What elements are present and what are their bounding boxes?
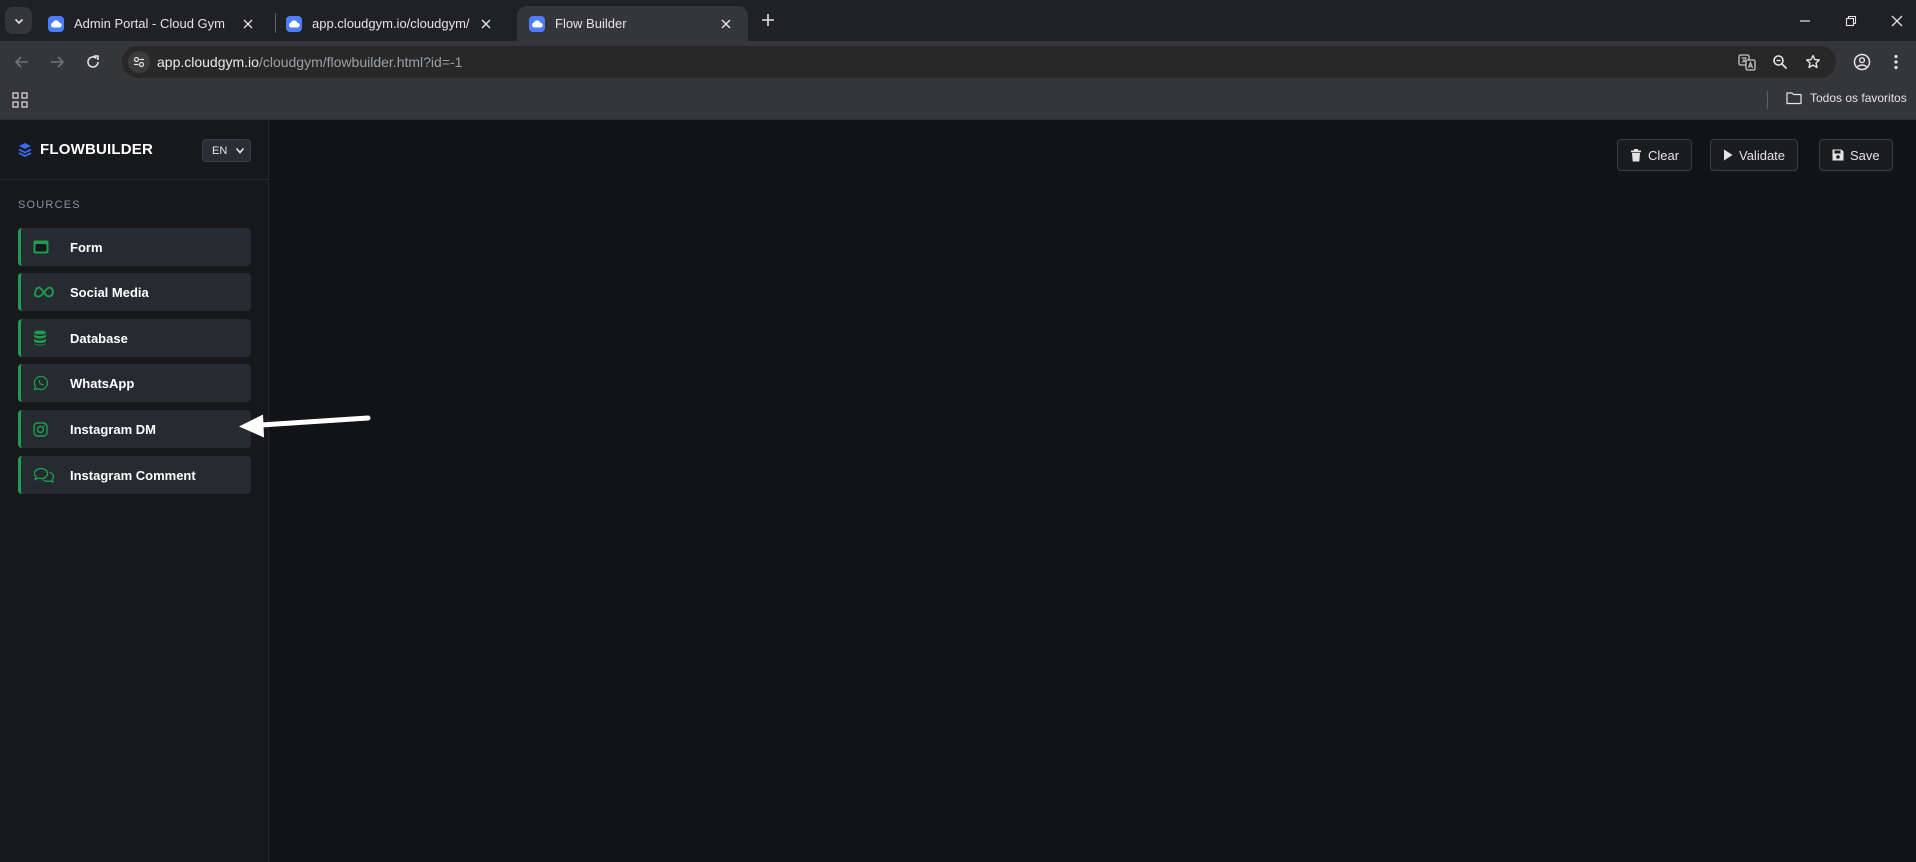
annotation-arrow xyxy=(239,414,371,438)
clear-label: Clear xyxy=(1648,147,1680,163)
browser-tab-strip: Admin Portal - Cloud Gym app.cloudgym.io… xyxy=(0,0,1916,41)
tab-admin-portal[interactable]: Admin Portal - Cloud Gym xyxy=(36,6,270,41)
language-select[interactable]: EN xyxy=(202,139,251,162)
tab-title: Flow Builder xyxy=(555,16,627,31)
chevron-down-icon xyxy=(14,18,23,24)
plus-icon xyxy=(762,14,774,26)
database-icon xyxy=(33,328,63,348)
bookmarks-bar: Todos os favoritos xyxy=(0,82,1916,120)
tune-icon xyxy=(133,56,145,68)
meta-icon xyxy=(33,282,63,302)
new-tab-button[interactable] xyxy=(756,8,780,32)
tab-title: app.cloudgym.io/cloudgym/rep xyxy=(312,16,470,31)
tab-search-button[interactable] xyxy=(5,7,32,34)
source-item-form[interactable]: Form xyxy=(18,228,251,266)
url-path: /cloudgym/flowbuilder.html?id=-1 xyxy=(258,54,463,70)
source-item-whatsapp[interactable]: WhatsApp xyxy=(18,364,251,402)
folder-icon xyxy=(1786,92,1802,105)
instagram-icon xyxy=(33,419,63,439)
star-icon xyxy=(1806,54,1820,69)
zoom-button[interactable] xyxy=(1770,52,1790,72)
url-host: app.cloudgym.io xyxy=(157,54,259,70)
tab-reports[interactable]: app.cloudgym.io/cloudgym/rep xyxy=(274,6,508,41)
close-window-button[interactable] xyxy=(1874,0,1916,41)
trash-icon xyxy=(1631,148,1641,161)
source-label: Instagram Comment xyxy=(70,467,196,483)
close-icon[interactable] xyxy=(478,16,494,32)
bookmarks-divider xyxy=(1767,91,1768,109)
browser-toolbar: app.cloudgym.io/cloudgym/flowbuilder.htm… xyxy=(0,41,1916,82)
flow-canvas[interactable]: Clear Validate Save xyxy=(269,120,1916,862)
sidebar: FLOWBUILDER EN SOURCES Form Social Media… xyxy=(0,120,269,862)
language-value: EN xyxy=(212,144,228,157)
minimize-icon xyxy=(1800,19,1810,22)
chevron-down-icon xyxy=(235,147,245,154)
sources-section-title: SOURCES xyxy=(18,199,81,211)
reload-button[interactable] xyxy=(78,47,108,77)
tab-title: Admin Portal - Cloud Gym xyxy=(74,16,225,31)
close-icon xyxy=(1891,15,1903,26)
source-label: Database xyxy=(70,330,128,346)
validate-label: Validate xyxy=(1739,147,1786,163)
play-icon xyxy=(1724,149,1733,161)
translate-button[interactable] xyxy=(1737,52,1757,72)
url-text[interactable]: app.cloudgym.io/cloudgym/flowbuilder.htm… xyxy=(157,54,462,70)
zoom-out-icon xyxy=(1773,55,1788,70)
source-label: Form xyxy=(70,239,103,255)
restore-icon xyxy=(1845,15,1857,26)
brand-name: FLOWBUILDER xyxy=(40,141,154,158)
cloud-icon xyxy=(48,15,64,32)
bookmark-star-button[interactable] xyxy=(1803,52,1823,72)
brand: FLOWBUILDER xyxy=(18,141,153,158)
all-bookmarks-folder[interactable]: Todos os favoritos xyxy=(1786,91,1907,105)
tab-flow-builder[interactable]: Flow Builder xyxy=(517,6,748,41)
source-item-instagram-dm[interactable]: Instagram DM xyxy=(18,410,251,448)
apps-grid-icon[interactable] xyxy=(12,92,28,113)
cloud-icon xyxy=(529,15,545,32)
form-icon xyxy=(33,237,63,257)
source-item-instagram-comment[interactable]: Instagram Comment xyxy=(18,456,251,494)
source-label: Instagram DM xyxy=(70,421,156,437)
source-item-social-media[interactable]: Social Media xyxy=(18,273,251,311)
validate-button[interactable]: Validate xyxy=(1710,139,1799,171)
translate-icon xyxy=(1738,54,1756,71)
forward-button[interactable] xyxy=(42,47,72,77)
source-label: Social Media xyxy=(70,284,149,300)
back-button[interactable] xyxy=(7,47,37,77)
cloud-icon xyxy=(286,15,302,32)
layers-icon xyxy=(18,142,32,157)
kebab-menu-icon xyxy=(1894,54,1898,70)
restore-button[interactable] xyxy=(1828,0,1874,41)
profile-button[interactable] xyxy=(1847,47,1877,77)
comments-icon xyxy=(33,465,63,485)
whatsapp-icon xyxy=(33,373,63,393)
source-label: WhatsApp xyxy=(70,375,135,391)
address-bar[interactable]: app.cloudgym.io/cloudgym/flowbuilder.htm… xyxy=(122,46,1836,78)
close-icon[interactable] xyxy=(718,16,734,32)
source-item-database[interactable]: Database xyxy=(18,319,251,357)
clear-button[interactable]: Clear xyxy=(1617,139,1693,171)
minimize-button[interactable] xyxy=(1782,0,1828,41)
profile-icon xyxy=(1853,53,1871,71)
sidebar-divider xyxy=(0,179,268,180)
close-icon[interactable] xyxy=(240,16,256,32)
bookmark-folder-label: Todos os favoritos xyxy=(1810,91,1907,105)
save-label: Save xyxy=(1850,147,1880,163)
site-settings-button[interactable] xyxy=(128,51,150,73)
save-button[interactable]: Save xyxy=(1819,139,1893,171)
reload-icon xyxy=(87,55,99,68)
arrow-right-icon xyxy=(51,56,65,68)
browser-menu-button[interactable] xyxy=(1881,47,1911,77)
save-icon xyxy=(1832,149,1844,161)
arrow-left-icon xyxy=(14,56,28,68)
